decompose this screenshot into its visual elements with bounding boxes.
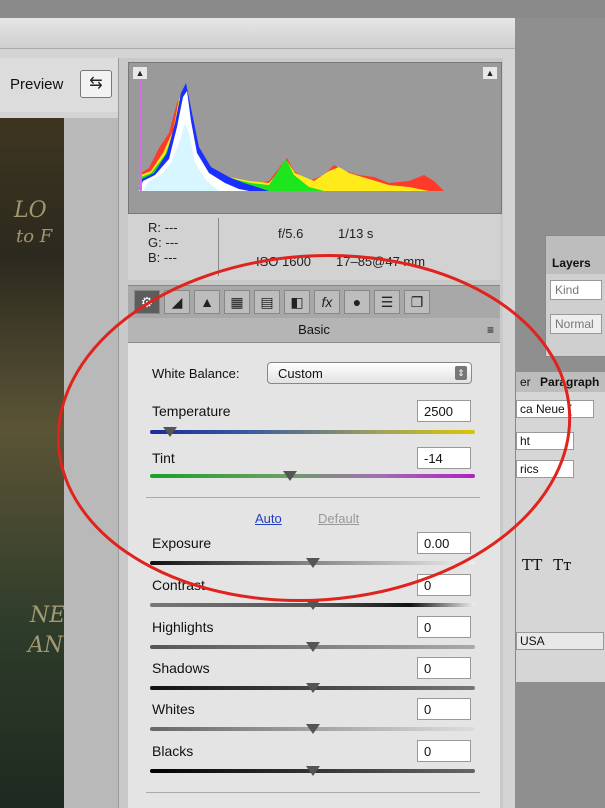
annotation-overlay xyxy=(56,253,572,603)
red-circle-annotation xyxy=(56,253,572,603)
